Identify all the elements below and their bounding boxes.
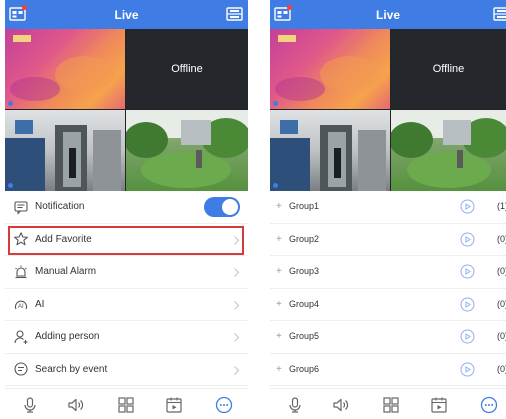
toggle-knob — [222, 199, 238, 215]
menu-item-ai[interactable]: AI AI — [5, 289, 248, 321]
offline-label: Offline — [171, 63, 203, 75]
expand-plus-icon[interactable]: + — [276, 299, 282, 310]
microphone-icon[interactable] — [21, 396, 39, 414]
live-options-menu: Notification Add Favorite Manual Alarm A… — [5, 191, 248, 386]
expand-plus-icon[interactable]: + — [276, 234, 282, 245]
chevron-right-icon — [234, 300, 240, 310]
group-row[interactable]: + Group1 (1) — [270, 191, 506, 224]
search-event-icon — [13, 361, 29, 377]
split-screen-icon[interactable] — [226, 6, 243, 22]
page-title: Live — [114, 8, 139, 22]
group-list: + Group1 (1) + Group2 (0) + Group3 (0) +… — [270, 191, 506, 386]
menu-item-manual-alarm[interactable]: Manual Alarm — [5, 256, 248, 289]
selected-indicator — [8, 101, 13, 106]
split-screen-icon[interactable] — [493, 6, 506, 22]
play-group-icon[interactable] — [460, 264, 475, 279]
bottom-toolbar — [5, 388, 248, 419]
group-count: (0) — [497, 233, 506, 244]
video-tile-corridor[interactable] — [270, 110, 390, 191]
more-icon[interactable] — [480, 396, 498, 414]
grid-layout-icon[interactable] — [382, 396, 400, 414]
speaker-icon[interactable] — [332, 396, 350, 414]
group-row[interactable]: + Group4 (0) — [270, 289, 506, 321]
more-icon[interactable] — [215, 396, 233, 414]
video-grid: Offline — [270, 29, 506, 191]
group-row[interactable]: + Group5 (0) — [270, 321, 506, 354]
menu-item-label: Search by event — [35, 363, 108, 375]
grid-layout-icon[interactable] — [117, 396, 135, 414]
group-count: (1) — [497, 201, 506, 211]
live-screen-groups: Live Offline + Group1 (1 + Group2 (0 + G… — [270, 0, 506, 419]
group-row[interactable]: + Group3 (0) — [270, 256, 506, 289]
video-tile-offline[interactable]: Offline — [126, 29, 248, 109]
chevron-right-icon — [234, 333, 240, 342]
video-tile-offline[interactable]: Offline — [391, 29, 506, 109]
group-row[interactable]: + Group6 (0) — [270, 354, 506, 386]
bottom-toolbar — [270, 388, 506, 419]
play-group-icon[interactable] — [460, 232, 475, 247]
top-bar: Live — [270, 0, 506, 29]
group-count: (0) — [497, 298, 506, 309]
video-grid: Offline — [5, 29, 248, 191]
video-tile-garden[interactable] — [126, 110, 248, 191]
selected-indicator — [8, 183, 13, 188]
group-name: Group5 — [289, 331, 320, 341]
expand-plus-icon[interactable]: + — [276, 331, 282, 342]
menu-item-label: Manual Alarm — [35, 266, 97, 278]
add-favorite-highlight — [8, 226, 244, 255]
svg-text:AI: AI — [18, 304, 24, 310]
play-group-icon[interactable] — [460, 199, 475, 214]
selected-indicator — [273, 101, 278, 106]
page-title: Live — [375, 8, 400, 22]
menu-item-search-by-event[interactable]: Search by event — [5, 354, 248, 386]
group-count: (0) — [497, 331, 506, 341]
group-row[interactable]: + Group2 (0) — [270, 224, 506, 256]
notification-toggle[interactable] — [204, 197, 240, 217]
play-group-icon[interactable] — [460, 297, 475, 312]
live-screen-menu: Live Offline Notification Add Favorite M… — [5, 0, 248, 419]
notification-icon — [13, 199, 29, 215]
group-count: (0) — [497, 266, 506, 276]
top-bar: Live — [5, 0, 248, 29]
video-tile-garden[interactable] — [391, 110, 506, 191]
chevron-right-icon — [234, 268, 240, 277]
ai-icon: AI — [13, 296, 29, 312]
menu-item-label: AI — [35, 298, 45, 310]
microphone-icon[interactable] — [286, 396, 304, 414]
selected-indicator — [273, 183, 278, 188]
menu-item-adding-person[interactable]: Adding person — [5, 321, 248, 354]
video-tile-thermal[interactable] — [5, 29, 125, 109]
play-group-icon[interactable] — [460, 329, 475, 344]
group-name: Group4 — [289, 298, 320, 309]
chevron-right-icon — [234, 365, 240, 375]
menu-item-label: Notification — [35, 201, 85, 213]
menu-item-notification[interactable]: Notification — [5, 191, 248, 224]
speaker-icon[interactable] — [67, 396, 85, 414]
group-count: (0) — [497, 363, 506, 374]
alarm-icon — [13, 264, 29, 280]
video-tile-corridor[interactable] — [5, 110, 125, 191]
expand-plus-icon[interactable]: + — [276, 266, 282, 277]
group-name: Group3 — [289, 266, 320, 276]
group-name: Group6 — [289, 363, 320, 374]
group-name: Group2 — [289, 233, 320, 244]
playback-icon[interactable] — [165, 396, 183, 414]
expand-plus-icon[interactable]: + — [276, 364, 282, 375]
person-add-icon — [13, 329, 29, 345]
playback-icon[interactable] — [430, 396, 448, 414]
menu-item-label: Adding person — [35, 331, 100, 343]
offline-label: Offline — [432, 63, 465, 75]
expand-plus-icon[interactable]: + — [276, 201, 282, 212]
video-tile-thermal[interactable] — [270, 29, 390, 109]
play-group-icon[interactable] — [460, 362, 475, 377]
group-name: Group1 — [289, 201, 320, 211]
